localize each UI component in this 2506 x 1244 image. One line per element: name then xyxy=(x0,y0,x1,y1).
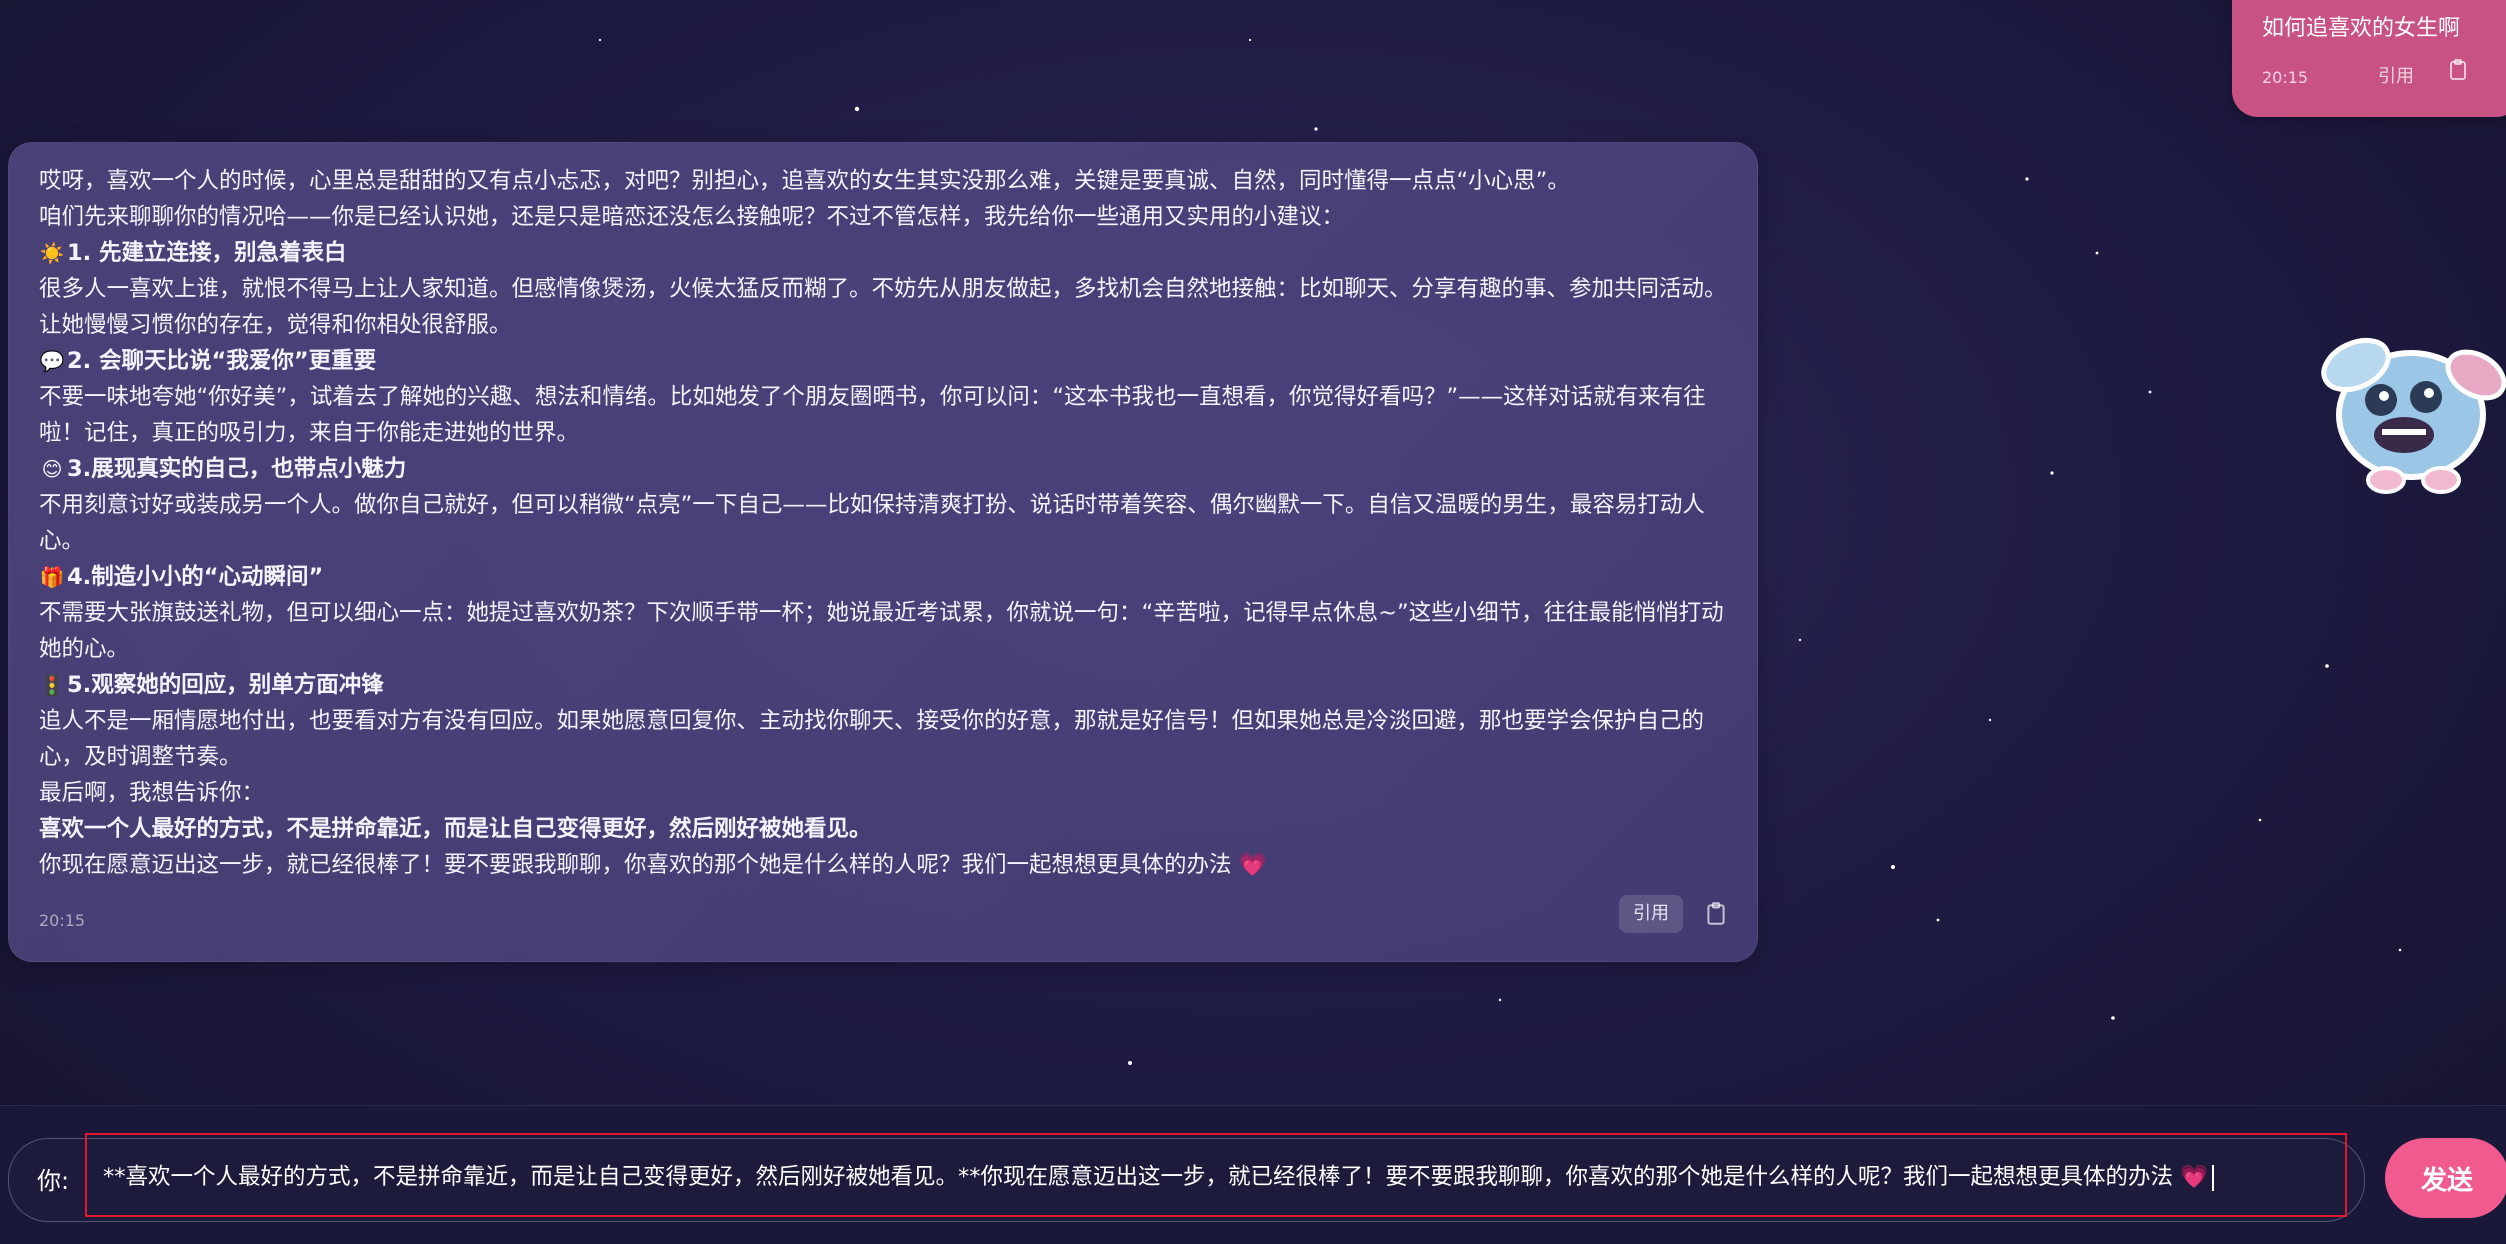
assistant-quote-button[interactable]: 引用 xyxy=(1619,895,1683,933)
smile-icon: 😊 xyxy=(41,457,63,481)
user-message-time: 20:15 xyxy=(2262,68,2309,87)
input-prefix-label: 你: xyxy=(37,1167,70,1195)
tip-title: 1. 先建立连接，别急着表白 xyxy=(67,240,347,266)
tip-title: 5.观察她的回应，别单方面冲锋 xyxy=(67,672,384,698)
message-input-field[interactable]: **喜欢一个人最好的方式，不是拼命靠近，而是让自己变得更好，然后刚好被她看见。*… xyxy=(85,1133,2347,1217)
tip-body: 追人不是一厢情愿地付出，也要看对方有没有回应。如果她愿意回复你、主动找你聊天、接… xyxy=(39,708,1705,770)
tip-heading: 🎁 4.制造小小的“心动瞬间” xyxy=(39,559,1739,595)
closing-bold-line: 喜欢一个人最好的方式，不是拼命靠近，而是让自己变得更好，然后刚好被她看见。 xyxy=(39,816,872,842)
message-input-text: **喜欢一个人最好的方式，不是拼命靠近，而是让自己变得更好，然后刚好被她看见。*… xyxy=(103,1164,2209,1190)
user-message-bubble: 如何追喜欢的女生啊 20:15 引用 xyxy=(2232,0,2506,117)
message-input-container[interactable]: 你: **喜欢一个人最好的方式，不是拼命靠近，而是让自己变得更好，然后刚好被她看… xyxy=(8,1133,2365,1222)
message-input-bar: 你: **喜欢一个人最好的方式，不是拼命靠近，而是让自己变得更好，然后刚好被她看… xyxy=(0,1105,2506,1244)
gift-icon: 🎁 xyxy=(39,565,65,589)
tip-heading: ☀️ 1. 先建立连接，别急着表白 xyxy=(39,235,1739,271)
assistant-message-bubble: 哎呀，喜欢一个人的时候，心里总是甜甜的又有点小忐忑，对吧？别担心，追喜欢的女生其… xyxy=(8,142,1758,962)
tip-heading: 💬 2. 会聊天比说“我爱你”更重要 xyxy=(39,343,1739,379)
tip-title: 3.展现真实的自己，也带点小魅力 xyxy=(67,456,407,482)
closing-text: 你现在愿意迈出这一步，就已经很棒了！要不要跟我聊聊，你喜欢的那个她是什么样的人呢… xyxy=(39,852,1232,878)
user-quote-button[interactable]: 引用 xyxy=(2378,62,2414,88)
intro-paragraph: 咱们先来聊聊你的情况哈——你是已经认识她，还是只是暗恋还没怎么接触呢？不过不管怎… xyxy=(39,204,1345,230)
speech-bubble-icon: 💬 xyxy=(39,349,65,373)
user-message-text: 如何追喜欢的女生啊 xyxy=(2262,16,2461,41)
tip-body: 不需要大张旗鼓送礼物，但可以细心一点：她提过喜欢奶茶？下次顺手带一杯；她说最近考… xyxy=(39,600,1724,662)
tip-body: 很多人一喜欢上谁，就恨不得马上让人家知道。但感情像煲汤，火候太猛反而糊了。不妨先… xyxy=(39,276,1727,338)
closing-lead: 最后啊，我想告诉你： xyxy=(39,780,265,806)
message-input-value[interactable]: **喜欢一个人最好的方式，不是拼命靠近，而是让自己变得更好，然后刚好被她看见。*… xyxy=(103,1159,2333,1191)
assistant-message-time: 20:15 xyxy=(39,911,86,930)
sun-icon: ☀️ xyxy=(39,241,65,265)
intro-paragraph: 哎呀，喜欢一个人的时候，心里总是甜甜的又有点小忐忑，对吧？别担心，追喜欢的女生其… xyxy=(39,168,1570,194)
clipboard-icon[interactable] xyxy=(1703,901,1729,927)
clipboard-icon[interactable] xyxy=(2446,58,2470,82)
tip-title: 4.制造小小的“心动瞬间” xyxy=(67,564,324,590)
traffic-light-icon: 🚦 xyxy=(39,673,65,697)
heart-icon: 💗 xyxy=(1238,852,1267,878)
tip-title: 2. 会聊天比说“我爱你”更重要 xyxy=(67,348,377,374)
mascot-sticker-image xyxy=(2321,337,2506,494)
closing-line: 你现在愿意迈出这一步，就已经很棒了！要不要跟我聊聊，你喜欢的那个她是什么样的人呢… xyxy=(39,847,1739,883)
tip-body: 不用刻意讨好或装成另一个人。做你自己就好，但可以稍微“点亮”一下自己——比如保持… xyxy=(39,492,1705,554)
send-button[interactable]: 发送 xyxy=(2385,1138,2506,1218)
tip-heading: 😊 3.展现真实的自己，也带点小魅力 xyxy=(39,451,1739,487)
text-caret xyxy=(2212,1164,2215,1191)
tip-heading: 🚦 5.观察她的回应，别单方面冲锋 xyxy=(39,667,1739,703)
tip-body: 不要一味地夸她“你好美”，试着去了解她的兴趣、想法和情绪。比如她发了个朋友圈晒书… xyxy=(39,384,1706,446)
assistant-message-body: 哎呀，喜欢一个人的时候，心里总是甜甜的又有点小忐忑，对吧？别担心，追喜欢的女生其… xyxy=(39,163,1739,883)
